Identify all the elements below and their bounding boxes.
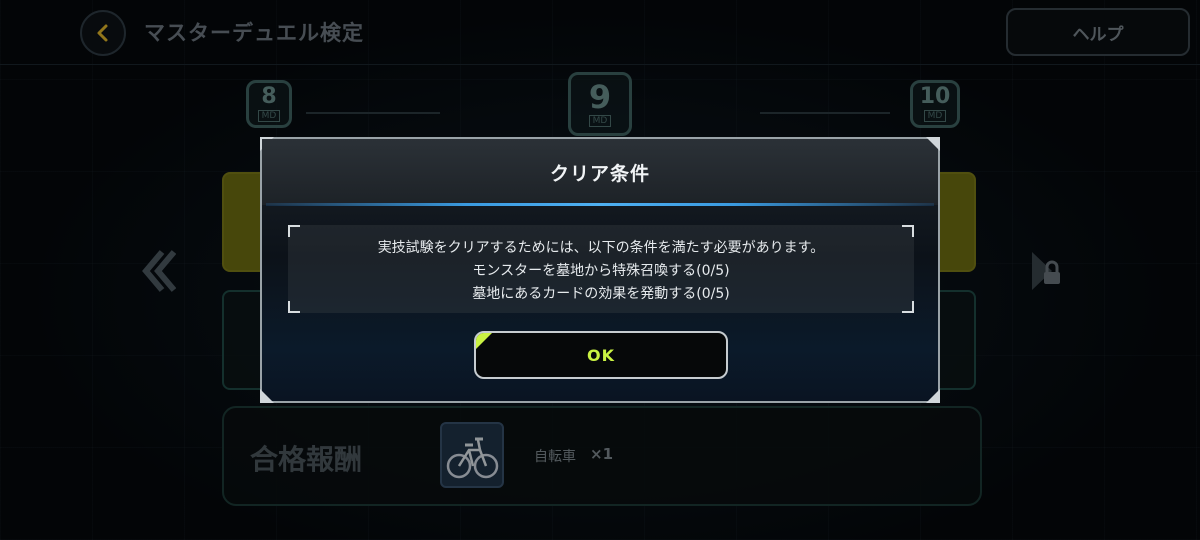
conditions-intro: 実技試験をクリアするためには、以下の条件を満たす必要があります。 [377, 240, 825, 256]
condition-item: モンスターを墓地から特殊召喚する(0/5) [472, 263, 730, 279]
dialog-title: クリア条件 [549, 162, 650, 185]
bracket-corner [902, 225, 914, 237]
dialog-header: クリア条件 [262, 139, 938, 205]
dialog-separator [266, 203, 934, 206]
clear-conditions-dialog: クリア条件 実技試験をクリアするためには、以下の条件を満たす必要があります。 モ… [260, 137, 940, 403]
condition-item: 墓地にあるカードの効果を発動する(0/5) [472, 286, 730, 302]
conditions-box: 実技試験をクリアするためには、以下の条件を満たす必要があります。 モンスターを墓… [288, 225, 914, 313]
bracket-corner [288, 225, 300, 237]
dialog-corner [926, 389, 940, 403]
ok-button[interactable]: OK [474, 331, 728, 379]
dialog-corner [260, 389, 274, 403]
ok-button-label: OK [587, 345, 615, 365]
